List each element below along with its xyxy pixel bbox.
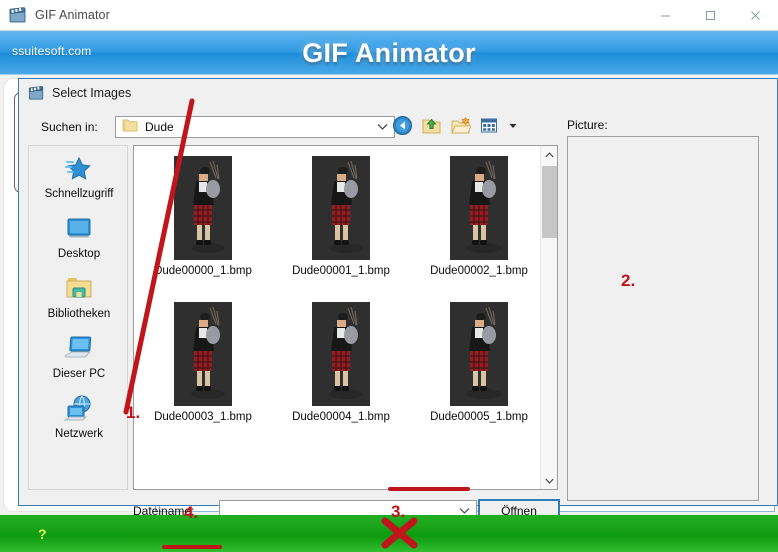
place-label: Schnellzugriff xyxy=(44,188,114,200)
dialog-body: Suchen in: Dude Picture: Schnellzugriff … xyxy=(19,106,777,550)
this-pc-icon xyxy=(62,334,96,365)
file-name: Dude00001_1.bmp xyxy=(292,265,390,277)
look-in-row: Suchen in: Dude xyxy=(41,116,395,138)
place-item-desktop[interactable]: Desktop xyxy=(29,208,129,271)
file-name: Dude00002_1.bmp xyxy=(430,265,528,277)
network-globe-icon xyxy=(62,394,96,425)
annotation-marker-2: 2. xyxy=(621,271,636,290)
file-list-scrollbar[interactable] xyxy=(540,146,557,489)
new-folder-icon[interactable] xyxy=(450,115,472,136)
look-in-combobox[interactable]: Dude xyxy=(115,116,395,138)
window-titlebar: GIF Animator xyxy=(0,0,778,31)
file-tile[interactable]: Dude00001_1.bmp xyxy=(280,152,402,300)
file-name: Dude00004_1.bmp xyxy=(292,411,390,423)
place-label: Bibliotheken xyxy=(47,308,111,320)
window-title: GIF Animator xyxy=(35,8,110,22)
place-label: Dieser PC xyxy=(52,368,106,380)
view-mode-icon[interactable] xyxy=(479,115,500,136)
file-tile[interactable]: Dude00005_1.bmp xyxy=(418,298,540,446)
film-clapper-icon xyxy=(28,85,45,101)
work-area: New Open xyxy=(0,75,778,550)
place-item-schnellzugriff[interactable]: Schnellzugriff xyxy=(29,148,129,211)
window-controls xyxy=(643,0,778,31)
file-tile[interactable]: Dude00000_1.bmp xyxy=(142,152,264,300)
file-thumbnail xyxy=(174,156,232,260)
file-list[interactable]: Dude00000_1.bmp Dude00001_1.bmp Dude0000… xyxy=(133,145,558,490)
picture-preview-label: Picture: xyxy=(567,118,608,132)
folder-icon xyxy=(122,118,138,137)
file-tile[interactable]: Dude00004_1.bmp xyxy=(280,298,402,446)
up-folder-icon[interactable] xyxy=(421,115,442,136)
scrollbar-thumb[interactable] xyxy=(542,166,557,238)
file-tile[interactable]: Dude00002_1.bmp xyxy=(418,152,540,300)
place-item-bibliotheken[interactable]: Bibliotheken xyxy=(29,268,129,331)
places-bar: Schnellzugriff Desktop Bibliotheken Dies… xyxy=(28,145,128,490)
status-bar: ? Create Interval (milliseconds) 1000 = … xyxy=(0,515,778,552)
desktop-monitor-icon xyxy=(62,214,96,245)
dialog-nav-toolbar xyxy=(392,115,518,136)
file-thumbnail xyxy=(312,302,370,406)
chevron-down-icon[interactable] xyxy=(377,117,388,137)
file-thumbnail xyxy=(450,302,508,406)
maximize-button[interactable] xyxy=(688,0,733,31)
file-name: Dude00005_1.bmp xyxy=(430,411,528,423)
file-thumbnail xyxy=(174,302,232,406)
annotation-underline-filetype xyxy=(388,487,470,491)
look-in-value: Dude xyxy=(145,120,174,134)
scroll-down-icon[interactable] xyxy=(541,472,557,489)
quick-access-star-icon xyxy=(62,154,96,185)
place-item-dieser-pc[interactable]: Dieser PC xyxy=(29,328,129,391)
minimize-button[interactable] xyxy=(643,0,688,31)
scroll-up-icon[interactable] xyxy=(541,146,557,163)
picture-preview-frame xyxy=(567,136,759,501)
app-title: GIF Animator xyxy=(302,38,476,68)
file-tile[interactable]: Dude00003_1.bmp xyxy=(142,298,264,446)
annotation-marker-4: 4. xyxy=(184,503,199,522)
help-button[interactable]: ? xyxy=(38,526,47,542)
dialog-titlebar: Select Images xyxy=(19,79,777,106)
close-button[interactable] xyxy=(733,0,778,31)
gif-animator-window: GIF Animator ssuitesoft.com GIF Animator xyxy=(0,0,778,552)
film-clapper-icon xyxy=(9,6,27,24)
dialog-title: Select Images xyxy=(52,85,132,100)
file-name: Dude00000_1.bmp xyxy=(154,265,252,277)
libraries-folder-icon xyxy=(62,274,96,305)
place-label: Netzwerk xyxy=(55,428,103,440)
select-images-dialog: Select Images Suchen in: Dude Picture: S… xyxy=(18,78,778,550)
look-in-label: Suchen in: xyxy=(41,120,98,134)
file-name: Dude00003_1.bmp xyxy=(154,411,252,423)
place-item-netzwerk[interactable]: Netzwerk xyxy=(29,388,129,451)
place-label: Desktop xyxy=(57,248,101,260)
annotation-marker-1: 1. xyxy=(126,403,141,422)
chevron-down-icon[interactable] xyxy=(508,115,518,136)
back-arrow-icon[interactable] xyxy=(392,115,413,136)
annotation-marker-3: 3. xyxy=(391,502,406,521)
file-thumbnail xyxy=(450,156,508,260)
annotation-underline-create xyxy=(162,545,222,549)
app-banner: ssuitesoft.com GIF Animator xyxy=(0,31,778,75)
file-thumbnail xyxy=(312,156,370,260)
file-list-items: Dude00000_1.bmp Dude00001_1.bmp Dude0000… xyxy=(134,146,540,489)
